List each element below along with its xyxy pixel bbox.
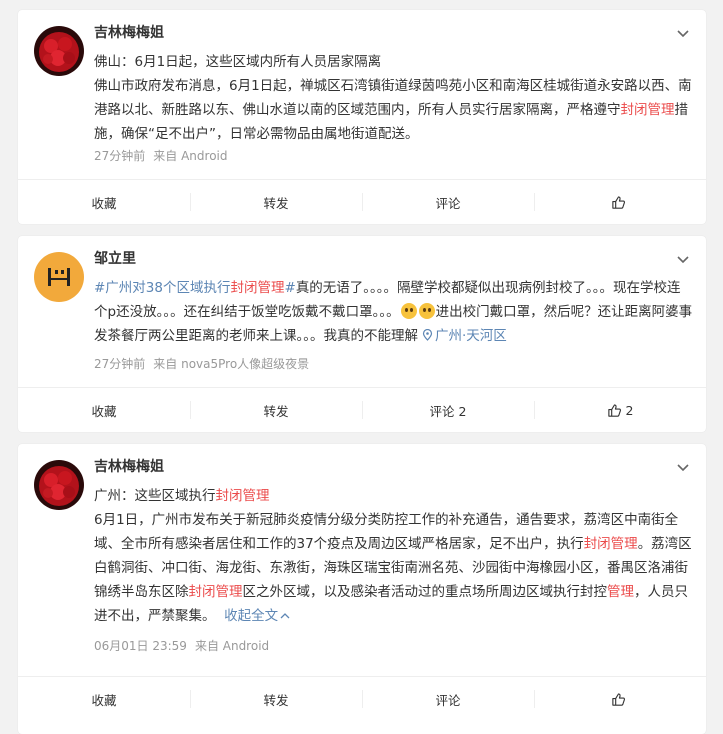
thumbs-up-icon (611, 692, 625, 706)
post-time[interactable]: 27分钟前 (94, 149, 145, 163)
action-bar: 收藏 转发 评论 2 2 (18, 387, 706, 432)
chevron-up-icon (280, 613, 290, 619)
repost-button[interactable]: 转发 (190, 677, 362, 721)
weibo-post-card: 吉林梅梅姐 佛山：6月1日起，这些区域内所有人员居家隔离 佛山市政府发布消息，6… (18, 10, 706, 224)
weibo-post-card: 邹立里 #广州对38个区域执行封闭管理#真的无语了。。。。隔壁学校都疑似出现病例… (18, 236, 706, 432)
collect-button[interactable]: 收藏 (18, 388, 190, 432)
weibo-post-card: 吉林梅梅姐 广州：这些区域执行封闭管理 6月1日，广州市发布关于新冠肺炎疫情分级… (18, 444, 706, 734)
emoji-icon (400, 303, 417, 319)
post-body: 佛山市政府发布消息，6月1日起，禅城区石湾镇街道绿茵鸣苑小区和南海区桂城街道永安… (94, 78, 692, 142)
thumbs-up-icon (607, 403, 621, 417)
avatar[interactable] (34, 26, 84, 76)
post-content: 佛山：6月1日起，这些区域内所有人员居家隔离 佛山市政府发布消息，6月1日起，禅… (94, 50, 694, 146)
keyword-link[interactable]: 封闭管理 (216, 488, 270, 504)
action-bar: 收藏 转发 评论 (18, 179, 706, 224)
post-meta: 27分钟前 来自 nova5Pro人像超级夜景 (94, 355, 309, 373)
action-bar: 收藏 转发 评论 (18, 676, 706, 721)
collapse-link[interactable]: 收起全文 (224, 608, 290, 624)
like-button[interactable] (534, 677, 706, 721)
post-source: 来自 Android (194, 639, 270, 653)
post-time[interactable]: 06月01日 23:59 (94, 639, 187, 653)
post-meta: 27分钟前 来自 Android (94, 147, 228, 165)
chevron-down-icon[interactable] (674, 24, 692, 42)
like-button[interactable] (534, 180, 706, 224)
comment-button[interactable]: 评论 (362, 180, 534, 224)
keyword-link[interactable]: 封闭管理 (584, 536, 638, 552)
comment-button[interactable]: 评论 (362, 677, 534, 721)
like-button[interactable]: 2 (534, 388, 706, 432)
collect-button[interactable]: 收藏 (18, 677, 190, 721)
location-pin-icon (422, 328, 433, 341)
thumbs-up-icon (611, 195, 625, 209)
avatar[interactable] (34, 460, 84, 510)
author-name[interactable]: 吉林梅梅姐 (94, 457, 164, 477)
keyword-link[interactable]: 封闭管理 (621, 102, 675, 118)
repost-button[interactable]: 转发 (190, 388, 362, 432)
post-meta: 06月01日 23:59 来自 Android (94, 637, 269, 655)
post-title: 佛山：6月1日起，这些区域内所有人员居家隔离 (94, 54, 382, 70)
post-time[interactable]: 27分钟前 (94, 357, 145, 371)
keyword-link[interactable]: 管理 (607, 584, 634, 600)
author-name[interactable]: 邹立里 (94, 249, 136, 269)
repost-button[interactable]: 转发 (190, 180, 362, 224)
post-title: 广州：这些区域执行封闭管理 (94, 488, 270, 504)
author-name[interactable]: 吉林梅梅姐 (94, 23, 164, 43)
post-body: 6月1日，广州市发布关于新冠肺炎疫情分级分类防控工作的补充通告，通告要求，荔湾区… (94, 512, 692, 624)
post-source: 来自 Android (153, 149, 228, 163)
comment-button[interactable]: 评论 2 (362, 388, 534, 432)
post-content: 广州：这些区域执行封闭管理 6月1日，广州市发布关于新冠肺炎疫情分级分类防控工作… (94, 484, 694, 628)
collect-button[interactable]: 收藏 (18, 180, 190, 224)
like-count: 2 (625, 402, 634, 418)
chevron-down-icon[interactable] (674, 250, 692, 268)
avatar[interactable] (34, 252, 84, 302)
post-content: #广州对38个区域执行封闭管理#真的无语了。。。。隔壁学校都疑似出现病例封校了。… (94, 276, 694, 348)
location-link[interactable]: 广州·天河区 (418, 328, 507, 344)
chevron-down-icon[interactable] (674, 458, 692, 476)
keyword-link[interactable]: 封闭管理 (189, 584, 243, 600)
emoji-icon (418, 303, 435, 319)
post-body: #广州对38个区域执行封闭管理#真的无语了。。。。隔壁学校都疑似出现病例封校了。… (94, 280, 693, 344)
post-source: 来自 nova5Pro人像超级夜景 (153, 357, 310, 371)
topic-link[interactable]: #广州对38个区域执行封闭管理# (94, 280, 296, 296)
